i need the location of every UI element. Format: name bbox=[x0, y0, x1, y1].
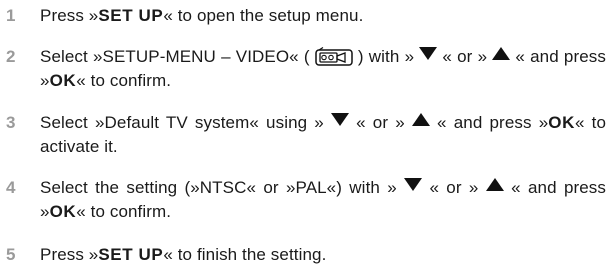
step-text: Press »SET UP« to open the setup menu. bbox=[40, 6, 364, 25]
video-camera-icon bbox=[315, 47, 353, 66]
up-triangle-icon bbox=[492, 47, 511, 60]
ok-key-label: OK bbox=[548, 113, 575, 132]
ok-key-label: OK bbox=[49, 202, 77, 221]
step-number: 4 bbox=[6, 178, 16, 197]
setup-key-label: SET UP bbox=[98, 6, 164, 25]
step-number: 5 bbox=[6, 245, 16, 264]
ok-key-label: OK bbox=[49, 71, 77, 90]
step-text: Select »SETUP-MENU – VIDEO« ( ) with » «… bbox=[40, 47, 606, 90]
down-triangle-icon bbox=[419, 47, 438, 60]
step-number: 2 bbox=[6, 47, 16, 66]
step-text: Press »SET UP« to finish the setting. bbox=[40, 245, 327, 264]
up-triangle-icon bbox=[411, 113, 430, 126]
setup-key-label: SET UP bbox=[98, 245, 164, 264]
step-number: 1 bbox=[6, 6, 16, 25]
down-triangle-icon bbox=[331, 113, 349, 126]
step-text: Select the setting (»NTSC« or »PAL«) wit… bbox=[40, 178, 607, 221]
step-text: Select »Default TV system« using » « or … bbox=[40, 113, 607, 156]
up-triangle-icon bbox=[485, 178, 504, 191]
down-triangle-icon bbox=[404, 178, 423, 191]
step-number: 3 bbox=[6, 113, 16, 132]
instruction-page: 1 Press »SET UP« to open the setup menu.… bbox=[0, 0, 614, 275]
